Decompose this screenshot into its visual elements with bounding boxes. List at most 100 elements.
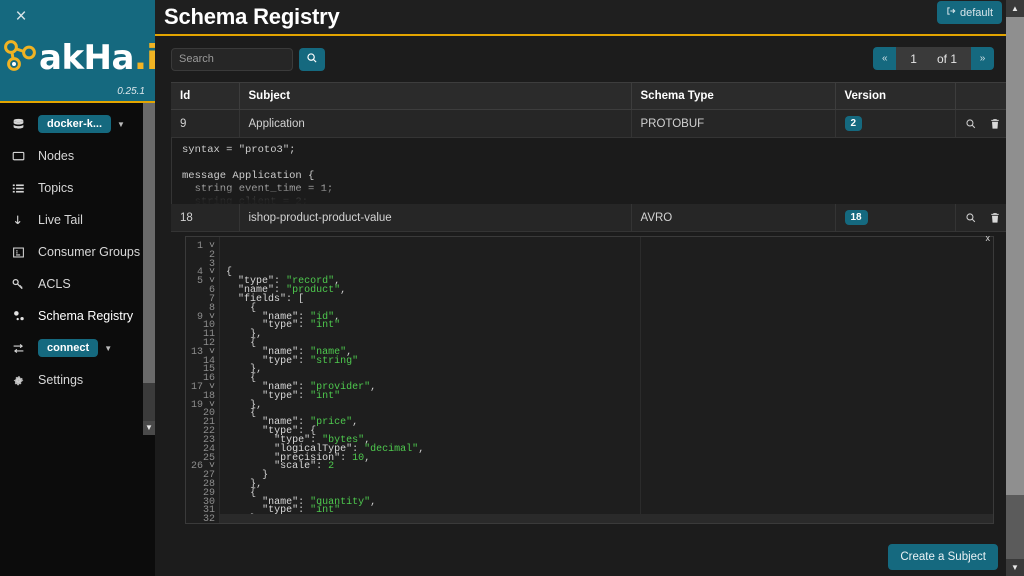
exchange-icon: [12, 342, 38, 355]
sidebar-item-connect-label: connect: [38, 339, 98, 357]
search-group: [171, 48, 325, 71]
sidebar-item-connect[interactable]: connect ▼: [0, 332, 155, 364]
chevron-down-icon[interactable]: ▼: [104, 344, 112, 353]
default-cluster-button[interactable]: default: [937, 1, 1002, 24]
column-header-version[interactable]: Version: [835, 83, 955, 110]
chevron-down-icon[interactable]: ▼: [117, 120, 125, 129]
sidebar-item-topics[interactable]: Topics: [0, 172, 155, 204]
pagination-status: 1 of 1: [896, 47, 971, 70]
search-icon: [306, 52, 318, 67]
magnifier-icon[interactable]: [965, 212, 977, 224]
sidebar-item-settings-label: Settings: [38, 373, 83, 387]
window-scrollbar-thumb[interactable]: [1006, 17, 1024, 495]
row-action-group: [965, 118, 1004, 130]
sidebar-item-cluster[interactable]: docker-k... ▼: [0, 108, 155, 140]
protobuf-preview-fade: [172, 182, 1007, 204]
trash-icon[interactable]: [989, 118, 1001, 130]
editor-line-numbers: 1 ˅234 ˅5 ˅6789 ˅10111213 ˅14151617 ˅181…: [186, 237, 220, 523]
gear-icon: [12, 374, 38, 387]
version-badge: 2: [845, 116, 863, 131]
column-header-schema-type[interactable]: Schema Type: [631, 83, 835, 110]
cell-subject: Application: [239, 110, 631, 138]
akhq-logo-mark: [3, 39, 39, 78]
sidebar-scrollbar[interactable]: ▼: [141, 103, 155, 435]
sidebar-item-topics-label: Topics: [38, 181, 73, 195]
avro-schema-editor-wrapper: x 1 ˅234 ˅5 ˅6789 ˅10111213 ˅14151617 ˅1…: [171, 232, 1008, 524]
cell-id: 18: [171, 204, 239, 232]
sign-in-icon: [946, 6, 956, 19]
sidebar-logo-block: × akHa.io 0.25.1: [0, 0, 155, 103]
sidebar-scrollbar-thumb[interactable]: [143, 103, 155, 383]
version-badge: 18: [845, 210, 868, 225]
avro-schema-editor[interactable]: 1 ˅234 ˅5 ˅6789 ˅10111213 ˅14151617 ˅181…: [185, 236, 994, 524]
app-window: × akHa.io 0.25.1: [0, 0, 1024, 576]
sidebar-item-cluster-label: docker-k...: [38, 115, 111, 133]
app-version: 0.25.1: [117, 86, 145, 97]
toolbar: « 1 of 1 »: [171, 36, 1008, 82]
sidebar-item-schema-registry-label: Schema Registry: [38, 309, 133, 323]
pagination-prev-button[interactable]: «: [873, 47, 896, 70]
list-icon: [12, 182, 38, 195]
sidebar-nav: docker-k... ▼ Nodes: [0, 103, 155, 396]
magnifier-icon[interactable]: [965, 118, 977, 130]
akhq-logo: akHa.io: [0, 38, 155, 78]
cell-actions: [955, 204, 1013, 232]
sidebar-item-acls-label: ACLS: [38, 277, 71, 291]
sidebar-item-consumer-groups[interactable]: Consumer Groups: [0, 236, 155, 268]
page-header: Schema Registry default: [155, 0, 1024, 36]
sidebar-item-settings[interactable]: Settings: [0, 364, 155, 396]
search-button[interactable]: [299, 48, 325, 71]
page-title: Schema Registry: [164, 4, 340, 30]
scroll-up-icon[interactable]: ▲: [1006, 0, 1024, 17]
cell-version: 2: [835, 110, 955, 138]
cell-subject: ishop-product-product-value: [239, 204, 631, 232]
cell-actions: [955, 110, 1013, 138]
sidebar-item-nodes-label: Nodes: [38, 149, 74, 163]
close-icon[interactable]: ×: [10, 7, 32, 29]
page-content: « 1 of 1 » Id Subject Schema Type Versio…: [155, 36, 1024, 524]
schema-registry-table-row2: 18 ishop-product-product-value AVRO 18: [171, 204, 1014, 232]
sidebar: × akHa.io 0.25.1: [0, 0, 155, 576]
table-body: 9 Application PROTOBUF 2: [171, 110, 1013, 138]
table-body-2: 18 ishop-product-product-value AVRO 18: [171, 204, 1013, 232]
protobuf-preview: syntax = "proto3"; message Application {…: [171, 138, 1008, 204]
table-header-row: Id Subject Schema Type Version: [171, 83, 1013, 110]
cell-schema-type: PROTOBUF: [631, 110, 835, 138]
default-cluster-label: default: [960, 7, 993, 19]
schema-registry-table: Id Subject Schema Type Version 9 Applica…: [171, 82, 1014, 138]
window-scrollbar[interactable]: ▲ ▼: [1006, 0, 1024, 576]
sidebar-item-live-tail-label: Live Tail: [38, 213, 83, 227]
column-header-subject[interactable]: Subject: [239, 83, 631, 110]
table-row[interactable]: 18 ishop-product-product-value AVRO 18: [171, 204, 1013, 232]
sidebar-item-schema-registry[interactable]: Schema Registry: [0, 300, 155, 332]
scroll-down-icon[interactable]: ▼: [1006, 559, 1024, 576]
search-input[interactable]: [171, 48, 293, 71]
pagination: « 1 of 1 »: [873, 47, 994, 70]
cell-id: 9: [171, 110, 239, 138]
sidebar-item-nodes[interactable]: Nodes: [0, 140, 155, 172]
editor-code[interactable]: { "type": "record", "name": "product", "…: [220, 237, 993, 523]
database-icon: [12, 118, 38, 131]
sidebar-scroll-down-icon[interactable]: ▼: [143, 421, 155, 435]
table-row[interactable]: 9 Application PROTOBUF 2: [171, 110, 1013, 138]
row-action-group: [965, 212, 1004, 224]
sidebar-item-live-tail[interactable]: Live Tail: [0, 204, 155, 236]
window-scrollbar-track[interactable]: [1006, 495, 1024, 559]
cell-schema-type: AVRO: [631, 204, 835, 232]
consumer-group-icon: [12, 246, 38, 259]
editor-code-text: { "type": "record", "name": "product", "…: [226, 269, 993, 524]
editor-close-icon[interactable]: x: [986, 233, 991, 243]
sidebar-item-consumer-groups-label: Consumer Groups: [38, 245, 140, 259]
sidebar-item-acls[interactable]: ACLS: [0, 268, 155, 300]
server-icon: [12, 150, 38, 163]
editor-active-line: [220, 514, 993, 523]
table-header: Id Subject Schema Type Version: [171, 83, 1013, 110]
pagination-next-button[interactable]: »: [971, 47, 994, 70]
key-icon: [12, 278, 38, 291]
schema-icon: [12, 309, 38, 323]
trash-icon[interactable]: [989, 212, 1001, 224]
create-subject-button[interactable]: Create a Subject: [888, 544, 998, 570]
pagination-total-pages: of 1: [937, 52, 957, 66]
cell-version: 18: [835, 204, 955, 232]
column-header-id[interactable]: Id: [171, 83, 239, 110]
